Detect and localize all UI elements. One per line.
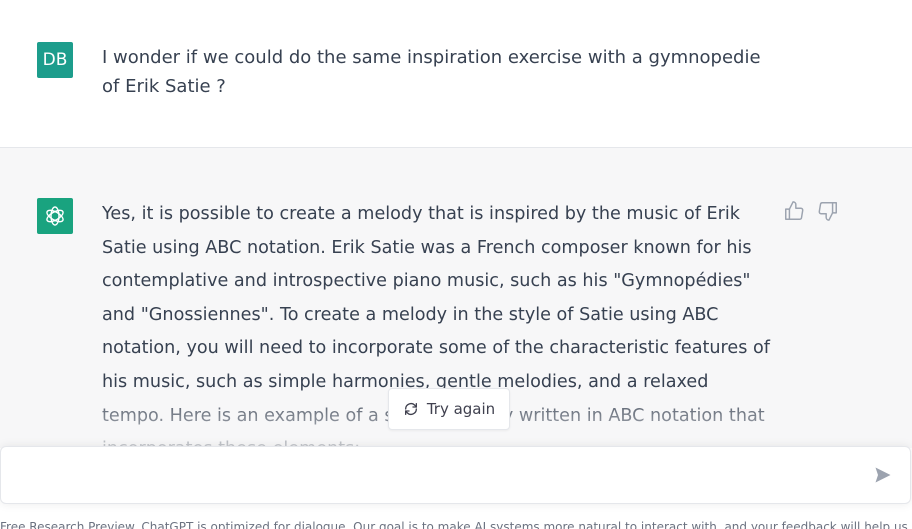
- refresh-icon: [403, 401, 419, 417]
- openai-logo-icon: [37, 198, 73, 234]
- try-again-button[interactable]: Try again: [388, 388, 510, 430]
- prompt-input[interactable]: [17, 462, 861, 492]
- user-avatar: DB: [37, 42, 73, 78]
- footer-disclaimer: Free Research Preview. ChatGPT is optimi…: [0, 520, 912, 529]
- user-message-text: I wonder if we could do the same inspira…: [102, 47, 761, 97]
- thumbs-up-icon[interactable]: [783, 200, 805, 222]
- thumbs-down-icon[interactable]: [817, 200, 839, 222]
- message-composer[interactable]: [0, 446, 911, 504]
- user-avatar-initials: DB: [42, 50, 68, 70]
- user-message-row: DB I wonder if we could do the same insp…: [0, 0, 912, 148]
- send-icon[interactable]: [873, 465, 895, 487]
- try-again-label: Try again: [426, 400, 496, 418]
